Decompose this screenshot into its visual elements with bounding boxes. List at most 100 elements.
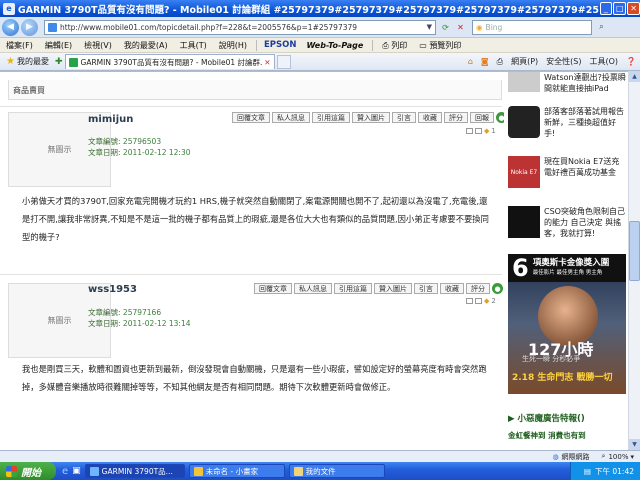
reply-button[interactable]: 回覆文章 xyxy=(232,112,270,123)
scroll-down-icon[interactable]: ▼ xyxy=(629,439,640,450)
post-floor: ◆ 1 xyxy=(466,127,496,135)
mini-icon[interactable] xyxy=(466,298,473,304)
back-button[interactable]: ◀ xyxy=(2,18,19,36)
quick-launch-ie-icon[interactable]: e xyxy=(62,466,68,477)
post-date: 2011-02-12 13:14 xyxy=(122,319,191,328)
taskbar-documents-window[interactable]: 我的文件 xyxy=(288,464,385,478)
post-number: 25796503 xyxy=(122,137,162,146)
vertical-scrollbar[interactable]: ▲ ▼ xyxy=(628,71,640,450)
status-bar: ◍ 網際網路 ⌕ 100% ▾ xyxy=(0,450,640,462)
preview-icon: ▭ xyxy=(419,40,430,50)
sidebar-ad[interactable]: CSO突破角色限制自己的能力 自己決定 與搖客，我就打算! xyxy=(508,206,626,239)
post-meta: 文章編號: 25797166 文章日期: 2011-02-12 13:14 xyxy=(88,307,191,329)
page-menu[interactable]: 網頁(P) xyxy=(507,56,542,67)
add-favorite-icon[interactable]: ✚ xyxy=(55,57,63,67)
menu-file[interactable]: 檔案(F) xyxy=(0,40,39,51)
chevron-down-icon: ▾ xyxy=(630,452,634,461)
post-username[interactable]: mimijun xyxy=(88,114,133,125)
search-input[interactable]: ◉ Bing xyxy=(472,19,592,35)
ok-icon[interactable]: ● xyxy=(492,283,503,294)
movie-banner-ad[interactable]: 6 項奧斯卡金像獎入圍 最佳影片 最佳男主角 男主角 127小時 生死一瞬 分秒… xyxy=(508,254,626,394)
rate-button[interactable]: 評分 xyxy=(466,283,490,294)
taskbar-paint-window[interactable]: 未命名 - 小畫家 xyxy=(188,464,285,478)
post-date-label: 文章日期: xyxy=(88,319,121,328)
mini-icon[interactable] xyxy=(475,298,482,304)
report-button[interactable]: 回報 xyxy=(470,112,494,123)
minimize-button[interactable]: _ xyxy=(599,2,613,15)
quote-post-button[interactable]: 引用這篇 xyxy=(312,112,350,123)
tab-active[interactable]: GARMIN 3790T品質有沒有問題? - Mobile01 討論群... ✕ xyxy=(64,54,275,69)
preview-label: 預覽列印 xyxy=(429,40,462,50)
rate-button[interactable]: 評分 xyxy=(444,112,468,123)
post-actions: 回覆文章 私人訊息 引用這篇 贊入圖片 引言 收藏 評分 ● ✕ xyxy=(254,283,518,294)
taskbar-ie-window[interactable]: GARMIN 3790T品... xyxy=(84,464,185,478)
sidebar: Watson達觀出?投票瞬間就能直接抽iPad 部落客部落著試用報告新鮮，三種換… xyxy=(504,72,628,450)
web-to-page-button[interactable]: Web-To-Page xyxy=(300,41,369,50)
address-bar[interactable]: http://www.mobile01.com/topicdetail.php?… xyxy=(44,19,436,35)
menu-bar: 檔案(F) 編輯(E) 檢視(V) 我的最愛(A) 工具(T) 說明(H) EP… xyxy=(0,38,640,53)
sidebar-ad[interactable]: Nokia E7 現在買Nokia E7送充電好禮百萬成功基金 xyxy=(508,156,626,188)
refresh-icon[interactable]: ⟳ xyxy=(440,22,451,33)
bing-icon: ◉ xyxy=(476,22,483,32)
scroll-up-icon[interactable]: ▲ xyxy=(629,71,640,82)
menu-favorites[interactable]: 我的最愛(A) xyxy=(118,40,174,51)
quick-launch-desktop-icon[interactable]: ▣ xyxy=(72,466,81,476)
bookmark-button[interactable]: 收藏 xyxy=(440,283,464,294)
print-icon-cmd[interactable]: ⎙ xyxy=(493,57,507,67)
maximize-button[interactable]: □ xyxy=(613,2,627,15)
banner-date: 2.18 生命門志 戰勝一切 xyxy=(512,373,613,383)
floor-number: 2 xyxy=(491,297,496,305)
clock[interactable]: 下午 01:42 xyxy=(595,466,634,477)
tab-close-icon[interactable]: ✕ xyxy=(264,58,270,67)
dropdown-icon[interactable]: ▼ xyxy=(424,23,435,31)
private-message-button[interactable]: 私人訊息 xyxy=(294,283,332,294)
taskbar-item-label: 我的文件 xyxy=(305,466,336,476)
banner-tagline: 生死一瞬 分秒必爭 xyxy=(522,355,581,363)
help-icon[interactable]: ❓ xyxy=(622,57,640,66)
sidebar-ad[interactable]: Watson達觀出?投票瞬間就能直接抽iPad xyxy=(508,72,626,94)
scroll-thumb[interactable] xyxy=(629,221,640,281)
ad-text: CSO突破角色限制自己的能力 自己決定 與搖客，我就打算! xyxy=(544,207,625,238)
feeds-icon[interactable]: ◙ xyxy=(477,57,493,66)
cite-button[interactable]: 引言 xyxy=(414,283,438,294)
paint-icon xyxy=(193,466,203,476)
mini-icon[interactable] xyxy=(466,128,473,134)
new-tab-button[interactable] xyxy=(276,54,291,69)
tools-menu[interactable]: 工具(O) xyxy=(585,56,622,67)
menu-tools[interactable]: 工具(T) xyxy=(174,40,213,51)
network-icon[interactable]: ▤ xyxy=(584,467,591,476)
print-button[interactable]: ⎙ 列印 xyxy=(376,40,413,51)
forward-button[interactable]: ▶ xyxy=(21,18,38,36)
category-strip: 商品賣買 xyxy=(8,80,502,100)
favorites-button[interactable]: ★ 我的最愛 xyxy=(0,56,55,67)
reply-button[interactable]: 回覆文章 xyxy=(254,283,292,294)
home-icon[interactable]: ⌂ xyxy=(464,57,477,66)
sidebar-link[interactable]: 金虹餐神到 消費也有到 xyxy=(508,430,586,441)
star-icon: ★ xyxy=(6,56,15,67)
insert-image-button[interactable]: 贊入圖片 xyxy=(352,112,390,123)
menu-edit[interactable]: 編輯(E) xyxy=(39,40,78,51)
safety-menu[interactable]: 安全性(S) xyxy=(542,56,585,67)
stop-icon[interactable]: ✕ xyxy=(455,22,466,33)
mobile01-tab-icon xyxy=(68,57,78,67)
insert-image-button[interactable]: 贊入圖片 xyxy=(374,283,412,294)
close-button[interactable]: ✕ xyxy=(627,2,640,15)
cite-button[interactable]: 引言 xyxy=(392,112,416,123)
post-username[interactable]: wss1953 xyxy=(88,284,137,295)
start-label: 開始 xyxy=(21,467,41,479)
mini-icon[interactable] xyxy=(475,128,482,134)
private-message-button[interactable]: 私人訊息 xyxy=(272,112,310,123)
menu-view[interactable]: 檢視(V) xyxy=(78,40,118,51)
bookmark-button[interactable]: 收藏 xyxy=(418,112,442,123)
zoom-control[interactable]: ⌕ 100% ▾ xyxy=(596,452,640,461)
search-icon[interactable]: ⌕ xyxy=(596,22,607,33)
banner-sub: 最佳影片 最佳男主角 男主角 xyxy=(532,270,603,276)
menu-help[interactable]: 說明(H) xyxy=(213,40,253,51)
page-viewport: 商品賣買 無圖示 mimijun 文章編號: 25796503 文章日期: 20… xyxy=(0,71,628,450)
print-preview-button[interactable]: ▭ 預覽列印 xyxy=(413,40,467,51)
start-button[interactable]: 開始 xyxy=(0,462,56,480)
quote-post-button[interactable]: 引用這篇 xyxy=(334,283,372,294)
banner-head: 6 項奧斯卡金像獎入圍 最佳影片 最佳男主角 男主角 xyxy=(508,254,626,282)
sidebar-ad[interactable]: 部落客部落著試用報告新鮮，三種換超值好手! xyxy=(508,106,626,139)
search-placeholder: Bing xyxy=(485,22,503,32)
